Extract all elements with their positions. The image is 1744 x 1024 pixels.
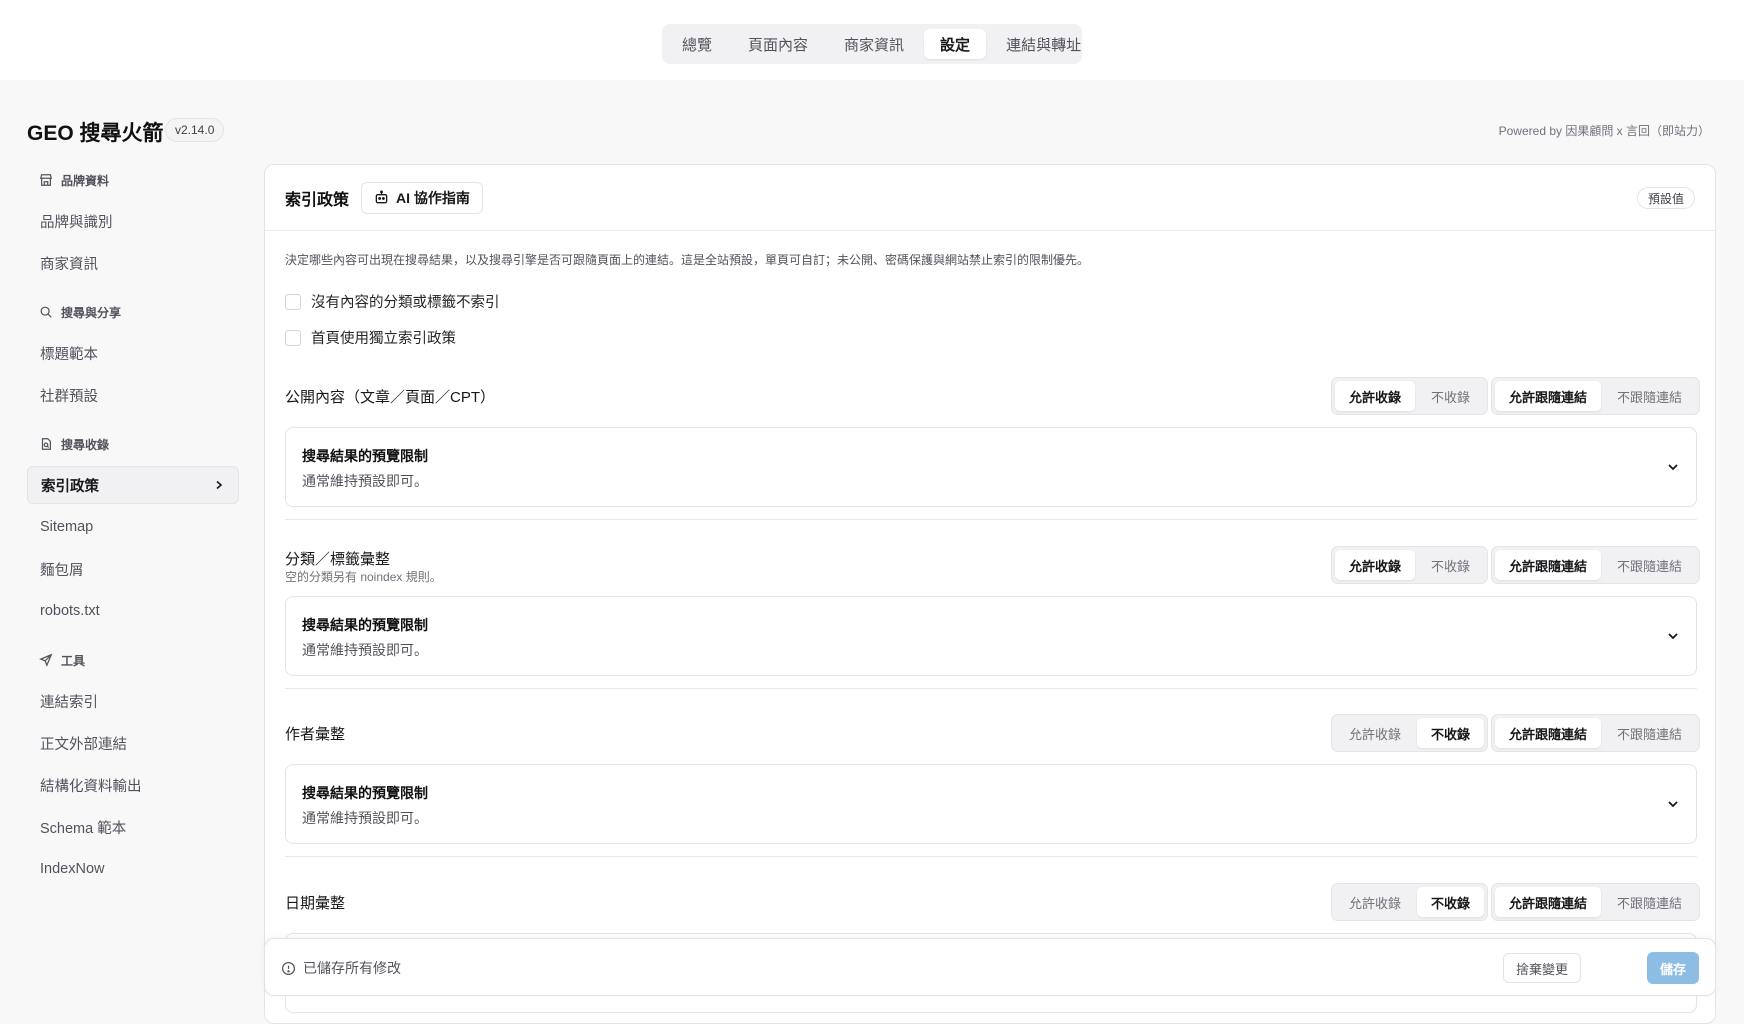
tab-business-info[interactable]: 商家資訊 <box>828 29 920 59</box>
preview-limits-collapsible[interactable]: 搜尋結果的預覽限制 通常維持預設即可。 <box>285 427 1697 507</box>
sidebar-item-external-links[interactable]: 正文外部連結 <box>27 722 239 764</box>
follow-toggle: 允許跟隨連結 不跟隨連結 <box>1491 377 1701 415</box>
collapsible-subtitle: 通常維持預設即可。 <box>302 473 428 489</box>
collapsible-subtitle: 通常維持預設即可。 <box>302 810 428 826</box>
collapsible-title: 搜尋結果的預覽限制 <box>302 785 428 801</box>
noindex-option[interactable]: 不收錄 <box>1417 550 1484 580</box>
chevron-down-icon <box>1668 633 1678 640</box>
save-button[interactable]: 儲存 <box>1647 952 1699 984</box>
section-sublabel: 空的分類另有 noindex 規則。 <box>285 570 442 584</box>
allow-index-option[interactable]: 允許收錄 <box>1335 381 1416 411</box>
tab-page-content[interactable]: 頁面內容 <box>732 29 824 59</box>
checkbox-row-empty-taxonomy[interactable]: 沒有內容的分類或標籤不索引 <box>285 291 500 312</box>
main-tabs: 總覽 頁面內容 商家資訊 設定 連結與轉址 <box>662 24 1082 64</box>
divider <box>285 856 1697 857</box>
noindex-option[interactable]: 不收錄 <box>1417 887 1485 917</box>
allow-follow-option[interactable]: 允許跟隨連結 <box>1495 381 1602 411</box>
sidebar-item-breadcrumbs[interactable]: 麵包屑 <box>27 548 239 590</box>
preview-limits-collapsible[interactable]: 搜尋結果的預覽限制 通常維持預設即可。 <box>285 596 1697 676</box>
allow-index-option[interactable]: 允許收錄 <box>1335 550 1416 580</box>
allow-follow-option[interactable]: 允許跟隨連結 <box>1495 718 1602 748</box>
chevron-down-icon <box>1668 464 1678 471</box>
tab-settings[interactable]: 設定 <box>924 29 987 59</box>
sidebar-section-indexing: 搜尋收錄 <box>27 424 239 464</box>
sidebar-item-robots-txt[interactable]: robots.txt <box>27 590 239 632</box>
app-title: GEO 搜尋火箭 <box>27 122 164 145</box>
sidebar-item-brand-identity[interactable]: 品牌與識別 <box>27 200 239 242</box>
info-circle-icon <box>281 961 296 975</box>
section-label: 公開內容（文章／頁面／CPT） <box>285 389 496 406</box>
allow-index-option[interactable]: 允許收錄 <box>1335 718 1415 748</box>
store-icon <box>39 174 53 186</box>
collapsible-title: 搜尋結果的預覽限制 <box>302 617 428 633</box>
noindex-option[interactable]: 不收錄 <box>1417 381 1484 411</box>
allow-index-option[interactable]: 允許收錄 <box>1335 887 1415 917</box>
send-icon <box>39 653 53 667</box>
sidebar-section-brand: 品牌資料 <box>27 160 239 200</box>
page-title: 索引政策 <box>285 191 350 209</box>
sidebar-item-social-defaults[interactable]: 社群預設 <box>27 374 239 416</box>
sidebar-item-indexnow[interactable]: IndexNow <box>27 848 239 890</box>
index-policy-card: 索引政策 AI 協作指南 預設值 決定哪些內容可出現在搜尋結果，以及搜尋引擎是否… <box>264 164 1716 1024</box>
save-bar: 已儲存所有修改 捨棄變更 儲存 <box>264 938 1716 996</box>
index-toggle: 允許收錄 不收錄 <box>1331 714 1489 752</box>
section-label: 日期彙整 <box>285 895 346 912</box>
policy-description: 決定哪些內容可出現在搜尋結果，以及搜尋引擎是否可跟隨頁面上的連結。這是全站預設，… <box>285 253 1090 267</box>
collapsible-subtitle: 通常維持預設即可。 <box>302 642 428 658</box>
sidebar-item-schema-templates[interactable]: Schema 範本 <box>27 806 239 848</box>
follow-toggle: 允許跟隨連結 不跟隨連結 <box>1491 883 1701 921</box>
index-toggle: 允許收錄 不收錄 <box>1331 377 1489 415</box>
tab-links-redirects[interactable]: 連結與轉址 <box>990 29 1097 59</box>
save-status: 已儲存所有修改 <box>281 958 401 978</box>
sidebar-section-label: 搜尋與分享 <box>61 305 122 320</box>
chevron-down-icon <box>1668 801 1678 808</box>
index-toggle: 允許收錄 不收錄 <box>1331 546 1489 584</box>
divider <box>285 688 1697 689</box>
sidebar-section-tools: 工具 <box>27 640 239 680</box>
follow-toggle: 允許跟隨連結 不跟隨連結 <box>1491 714 1701 752</box>
empty-taxonomy-checkbox[interactable] <box>285 293 301 310</box>
section-label: 分類／標籤彙整 <box>285 551 391 568</box>
allow-follow-option[interactable]: 允許跟隨連結 <box>1495 550 1602 580</box>
top-navigation: 總覽 頁面內容 商家資訊 設定 連結與轉址 <box>0 0 1744 80</box>
nofollow-option[interactable]: 不跟隨連結 <box>1603 381 1696 411</box>
sidebar-section-label: 工具 <box>61 653 86 668</box>
tab-overview[interactable]: 總覽 <box>666 29 728 59</box>
robot-icon <box>375 190 388 204</box>
homepage-policy-checkbox[interactable] <box>285 329 301 346</box>
powered-by: Powered by 因果顧問 x 言回（即站力） <box>1498 124 1710 138</box>
sidebar-section-search: 搜尋與分享 <box>27 292 239 332</box>
nofollow-option[interactable]: 不跟隨連結 <box>1603 550 1696 580</box>
default-button[interactable]: 預設值 <box>1636 187 1695 209</box>
noindex-option[interactable]: 不收錄 <box>1417 718 1485 748</box>
index-toggle: 允許收錄 不收錄 <box>1331 883 1489 921</box>
allow-follow-option[interactable]: 允許跟隨連結 <box>1495 887 1602 917</box>
sidebar-item-index-policy[interactable]: 索引政策 <box>27 466 239 504</box>
divider <box>285 519 1697 520</box>
sidebar-item-link-index[interactable]: 連結索引 <box>27 680 239 722</box>
sidebar-section-label: 搜尋收錄 <box>61 437 110 452</box>
follow-toggle: 允許跟隨連結 不跟隨連結 <box>1491 546 1701 584</box>
sidebar-item-structured-data[interactable]: 結構化資料輸出 <box>27 764 239 806</box>
search-icon <box>40 306 52 318</box>
version-badge: v2.14.0 <box>165 118 225 142</box>
discard-changes-button[interactable]: 捨棄變更 <box>1502 953 1581 983</box>
sidebar: 品牌資料 品牌與識別 商家資訊 搜尋與分享 標題範本 社群預設 搜尋收錄 索引政… <box>27 160 239 890</box>
sidebar-section-label: 品牌資料 <box>61 173 110 188</box>
sidebar-item-business-info[interactable]: 商家資訊 <box>27 242 239 284</box>
checkbox-row-homepage-policy[interactable]: 首頁使用獨立索引政策 <box>285 327 456 348</box>
chevron-right-icon <box>216 480 223 490</box>
ai-guide-button[interactable]: AI 協作指南 <box>361 181 483 214</box>
collapsible-title: 搜尋結果的預覽限制 <box>302 448 428 464</box>
nofollow-option[interactable]: 不跟隨連結 <box>1603 718 1696 748</box>
sidebar-item-title-templates[interactable]: 標題範本 <box>27 332 239 374</box>
preview-limits-collapsible[interactable]: 搜尋結果的預覽限制 通常維持預設即可。 <box>285 764 1697 844</box>
nofollow-option[interactable]: 不跟隨連結 <box>1603 887 1696 917</box>
card-header: 索引政策 AI 協作指南 預設值 <box>265 165 1715 231</box>
sidebar-item-sitemap[interactable]: Sitemap <box>27 506 239 548</box>
section-label: 作者彙整 <box>285 726 346 743</box>
file-search-icon <box>41 438 51 450</box>
